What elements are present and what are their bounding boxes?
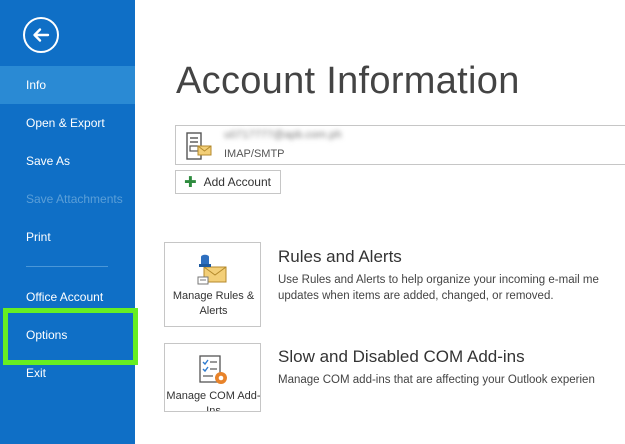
nav-item-info[interactable]: Info [0, 66, 135, 104]
account-server-icon [186, 132, 212, 160]
manage-com-addins-label: Manage COM Add-Ins [166, 390, 261, 412]
com-addins-icon [199, 355, 227, 384]
page-title: Account Information [176, 60, 520, 102]
main-content: Account Information u0717777@apb.com.ph … [135, 0, 625, 444]
manage-rules-alerts-label: Manage Rules & Alerts [172, 290, 255, 317]
manage-rules-alerts-button[interactable]: Manage Rules & Alerts [164, 242, 261, 327]
nav-divider [26, 266, 108, 267]
rules-alerts-title: Rules and Alerts [278, 247, 402, 266]
account-type: IMAP/SMTP [224, 148, 285, 160]
rules-alerts-icon [197, 254, 227, 285]
account-selector[interactable]: u0717777@apb.com.ph IMAP/SMTP [175, 125, 625, 165]
com-addins-description: Manage COM add-ins that are affecting yo… [278, 374, 595, 386]
back-arrow-icon [33, 28, 50, 42]
manage-com-addins-button[interactable]: Manage COM Add-Ins [164, 343, 261, 412]
add-account-button[interactable]: ✚ Add Account [175, 170, 281, 194]
back-button[interactable] [23, 17, 59, 53]
backstage-sidebar: Info Open & Export Save As Save Attachme… [0, 0, 135, 444]
plus-icon: ✚ [184, 173, 197, 191]
nav-item-save-attachments: Save Attachments [26, 192, 123, 206]
add-account-label: Add Account [203, 175, 271, 189]
nav-item-save-as[interactable]: Save As [0, 142, 135, 180]
account-email: u0717777@apb.com.ph [224, 129, 342, 141]
options-highlight-box [3, 308, 138, 365]
rules-alerts-description-line1: Use Rules and Alerts to help organize yo… [278, 274, 599, 286]
nav-item-open-export[interactable]: Open & Export [0, 104, 135, 142]
nav-item-print[interactable]: Print [0, 218, 135, 256]
rules-alerts-description-line2: updates when items are added, changed, o… [278, 290, 554, 302]
com-addins-title: Slow and Disabled COM Add-ins [278, 347, 525, 366]
